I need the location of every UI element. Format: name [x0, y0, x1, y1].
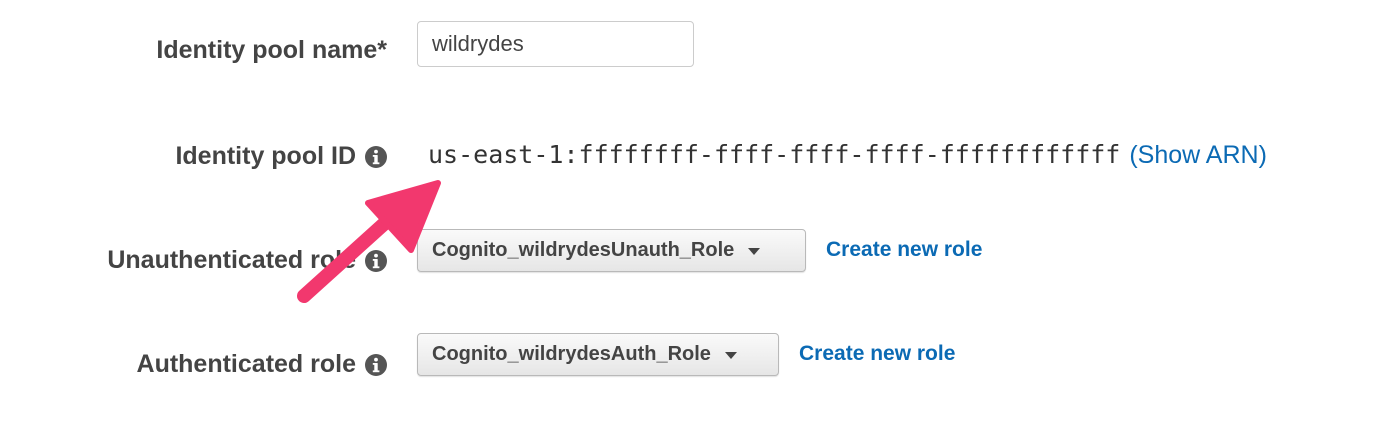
identity-pool-id-label-text: Identity pool ID: [175, 142, 356, 170]
unauthenticated-role-label-text: Unauthenticated role: [107, 246, 356, 274]
info-circle-icon[interactable]: [365, 145, 387, 168]
authenticated-role-select[interactable]: Cognito_wildrydesAuth_Role: [417, 333, 779, 376]
create-new-unauth-role-link[interactable]: Create new role: [826, 238, 982, 262]
caret-down-icon: [748, 248, 761, 255]
authenticated-role-selected-value: Cognito_wildrydesAuth_Role: [432, 343, 711, 365]
identity-pool-id-label: Identity pool ID: [175, 142, 387, 171]
show-arn-link[interactable]: (Show ARN): [1129, 141, 1267, 170]
unauthenticated-role-label: Unauthenticated role: [107, 246, 387, 275]
authenticated-role-label: Authenticated role: [137, 350, 387, 379]
identity-pool-id-value: us-east-1:ffffffff-ffff-ffff-ffff-ffffff…: [428, 140, 1121, 169]
identity-pool-id-value-row: us-east-1:ffffffff-ffff-ffff-ffff-ffffff…: [428, 140, 1267, 170]
unauthenticated-role-selected-value: Cognito_wildrydesUnauth_Role: [432, 239, 735, 261]
create-new-auth-role-link[interactable]: Create new role: [799, 342, 955, 366]
identity-pool-name-input[interactable]: [417, 21, 694, 67]
info-circle-icon[interactable]: [365, 353, 387, 376]
unauthenticated-role-select[interactable]: Cognito_wildrydesUnauth_Role: [417, 229, 806, 272]
identity-pool-name-label-text: Identity pool name*: [156, 36, 387, 64]
identity-pool-name-label: Identity pool name*: [156, 36, 387, 65]
info-circle-icon[interactable]: [365, 249, 387, 272]
authenticated-role-label-text: Authenticated role: [136, 350, 356, 378]
caret-down-icon: [724, 352, 737, 359]
